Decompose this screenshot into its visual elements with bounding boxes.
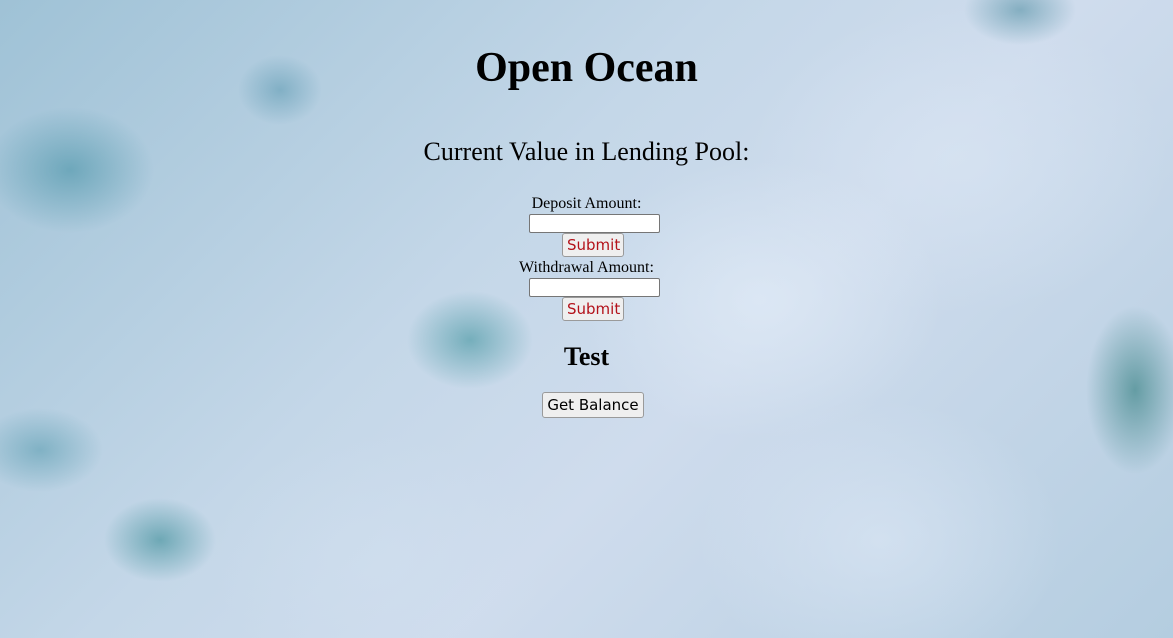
- withdrawal-amount-input[interactable]: [529, 278, 660, 297]
- test-heading: Test: [563, 342, 610, 371]
- deposit-amount-label: Deposit Amount:: [531, 195, 642, 212]
- deposit-amount-input[interactable]: [529, 214, 660, 233]
- get-balance-button[interactable]: Get Balance: [542, 392, 644, 418]
- withdrawal-submit-button[interactable]: Submit: [562, 297, 624, 321]
- withdrawal-amount-label: Withdrawal Amount:: [519, 259, 654, 276]
- lending-pool-value-label: Current Value in Lending Pool:: [423, 137, 750, 166]
- page-title: Open Ocean: [475, 45, 698, 91]
- deposit-submit-button[interactable]: Submit: [562, 233, 624, 257]
